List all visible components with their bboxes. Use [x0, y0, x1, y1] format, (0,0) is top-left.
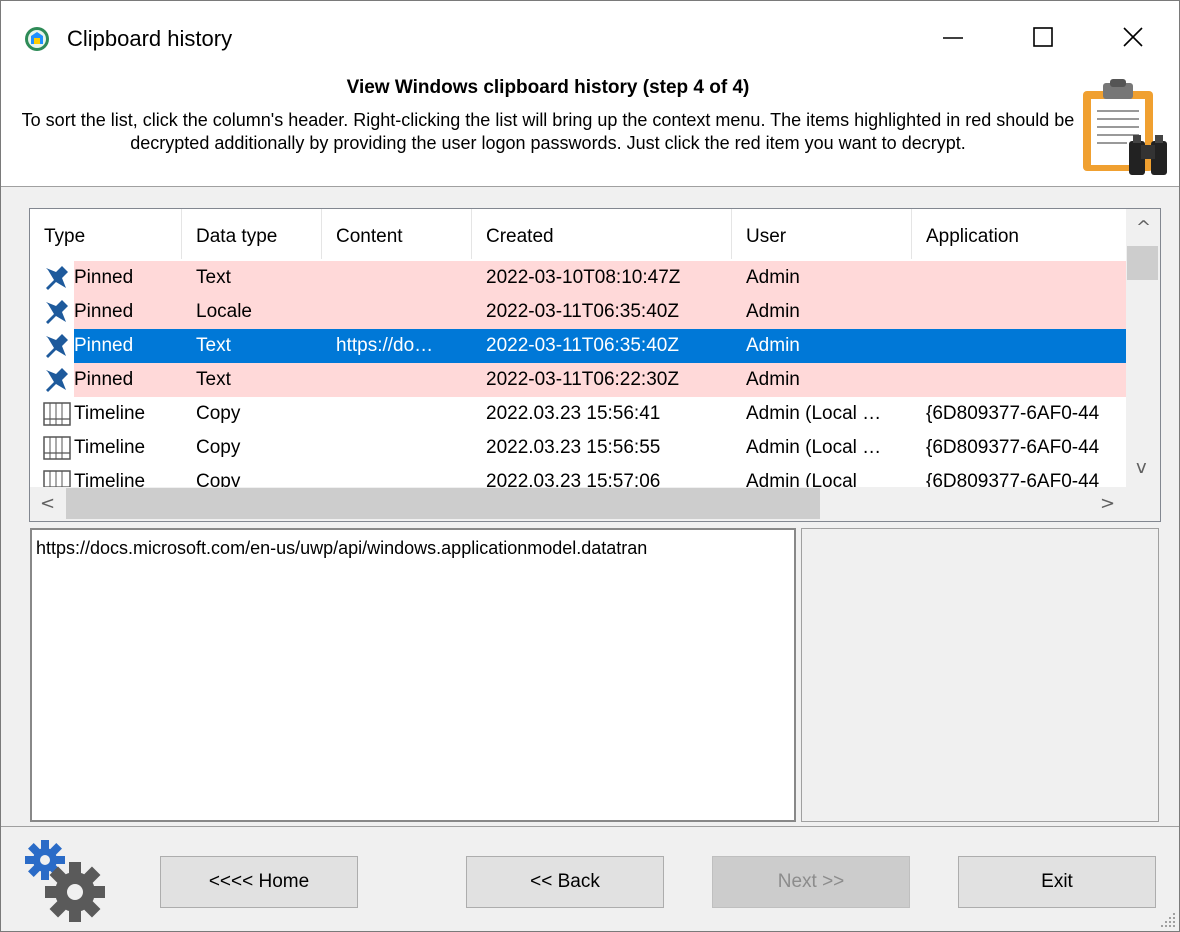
cell-type: Timeline	[74, 437, 146, 458]
pin-icon	[46, 334, 68, 358]
cell-application: {6D809377-6AF0-44	[926, 437, 1100, 458]
table-row[interactable]: Pinned Locale 2022-03-11T06:35:40Z Admin	[30, 295, 1126, 329]
scroll-left-icon[interactable]: <	[40, 493, 55, 514]
close-button[interactable]	[1093, 13, 1173, 61]
cell-user: Admin (Local …	[746, 437, 882, 458]
cell-data-type: Copy	[196, 437, 241, 458]
timeline-icon	[43, 402, 71, 426]
cell-created: 2022-03-11T06:22:30Z	[486, 369, 679, 390]
cell-user: Admin	[746, 267, 800, 288]
wizard-header: View Windows clipboard history (step 4 o…	[1, 73, 1179, 187]
close-icon	[1123, 27, 1143, 47]
list-header: Type Data type Content Created User Appl…	[30, 209, 1126, 259]
maximize-button[interactable]	[1003, 13, 1083, 61]
pin-icon	[46, 266, 68, 290]
cell-user: Admin	[746, 301, 800, 322]
table-row[interactable]: Pinned Text https://do… 2022-03-11T06:35:40…	[30, 329, 1126, 363]
cell-created: 2022-03-11T06:35:40Z	[486, 301, 679, 322]
cell-type: Pinned	[74, 369, 134, 390]
table-row[interactable]: Pinned Text 2022-03-10T08:10:47Z Admin	[30, 261, 1126, 295]
content-preview-text: https://docs.microsoft.com/en-us/uwp/api…	[36, 538, 648, 558]
cell-application	[926, 295, 1126, 329]
table-row[interactable]: Timeline Copy 2022.03.23 15:56:55 Admin (Lo…	[30, 431, 1126, 465]
minimize-icon	[943, 37, 963, 39]
clipboard-items-list[interactable]: Type Data type Content Created User Appl…	[29, 208, 1161, 522]
cell-application	[926, 363, 1126, 397]
gears-icon	[25, 840, 105, 922]
clipboard-binoculars-icon	[1083, 79, 1167, 175]
back-button[interactable]: << Back	[466, 856, 664, 908]
cell-created: 2022.03.23 15:56:55	[486, 437, 661, 458]
next-button: Next >>	[712, 856, 910, 908]
scrollbar-corner	[1126, 487, 1160, 521]
cell-type: Pinned	[74, 335, 134, 356]
cell-application: {6D809377-6AF0-44	[926, 403, 1100, 424]
cell-data-type: Text	[196, 335, 231, 356]
content-preview-pane[interactable]: https://docs.microsoft.com/en-us/uwp/api…	[30, 528, 796, 822]
table-row[interactable]: Pinned Text 2022-03-11T06:22:30Z Admin	[30, 363, 1126, 397]
cell-user: Admin (Local …	[746, 403, 882, 424]
cell-content	[336, 397, 476, 431]
maximize-icon	[1033, 27, 1053, 47]
scroll-down-icon[interactable]: v	[1136, 457, 1147, 478]
horizontal-scroll-thumb[interactable]	[66, 488, 820, 519]
cell-type: Timeline	[74, 403, 146, 424]
scroll-right-icon[interactable]: >	[1100, 493, 1115, 514]
footer-divider	[1, 826, 1179, 827]
cell-content: https://do…	[336, 335, 434, 356]
column-header-created[interactable]: Created	[472, 209, 732, 259]
cell-application	[926, 329, 1126, 363]
table-row[interactable]: Timeline Copy 2022.03.23 15:56:41 Admin (Lo…	[30, 397, 1126, 431]
cell-data-type: Copy	[196, 403, 241, 424]
pin-icon	[46, 300, 68, 324]
horizontal-scrollbar[interactable]: < >	[30, 487, 1126, 521]
secondary-preview-pane	[801, 528, 1159, 822]
column-header-content[interactable]: Content	[322, 209, 472, 259]
exit-button[interactable]: Exit	[958, 856, 1156, 908]
cell-user: Admin	[746, 335, 800, 356]
cell-data-type: Text	[196, 267, 231, 288]
cell-content	[336, 431, 476, 465]
cell-content	[336, 363, 476, 397]
cell-type: Pinned	[74, 301, 134, 322]
cell-created: 2022-03-10T08:10:47Z	[486, 267, 681, 288]
step-description: To sort the list, click the column's hea…	[21, 110, 1075, 153]
column-header-data-type[interactable]: Data type	[182, 209, 322, 259]
scroll-up-icon[interactable]: ^	[1136, 217, 1151, 238]
minimize-button[interactable]	[913, 13, 993, 61]
cell-user: Admin	[746, 369, 800, 390]
home-button[interactable]: <<<< Home	[160, 856, 358, 908]
cell-content	[336, 295, 476, 329]
cell-data-type: Locale	[196, 301, 252, 322]
vertical-scrollbar[interactable]: ^ v	[1126, 209, 1160, 487]
cell-type: Pinned	[74, 267, 134, 288]
resize-grip-icon[interactable]	[1159, 911, 1177, 929]
timeline-icon	[43, 436, 71, 460]
clipboard-history-window: Clipboard history View Windows clipboard…	[0, 0, 1180, 932]
column-header-user[interactable]: User	[732, 209, 912, 259]
cell-application	[926, 261, 1126, 295]
column-header-type[interactable]: Type	[30, 209, 182, 259]
pin-icon	[46, 368, 68, 392]
column-header-application[interactable]: Application	[912, 209, 1126, 259]
app-icon	[25, 27, 49, 51]
vertical-scroll-thumb[interactable]	[1127, 246, 1158, 280]
step-title: View Windows clipboard history (step 4 o…	[346, 77, 750, 98]
window-title: Clipboard history	[67, 26, 233, 51]
cell-content	[336, 261, 476, 295]
cell-data-type: Text	[196, 369, 231, 390]
title-bar[interactable]: Clipboard history	[1, 1, 1179, 73]
cell-created: 2022-03-11T06:35:40Z	[486, 335, 679, 356]
cell-created: 2022.03.23 15:56:41	[486, 403, 661, 424]
